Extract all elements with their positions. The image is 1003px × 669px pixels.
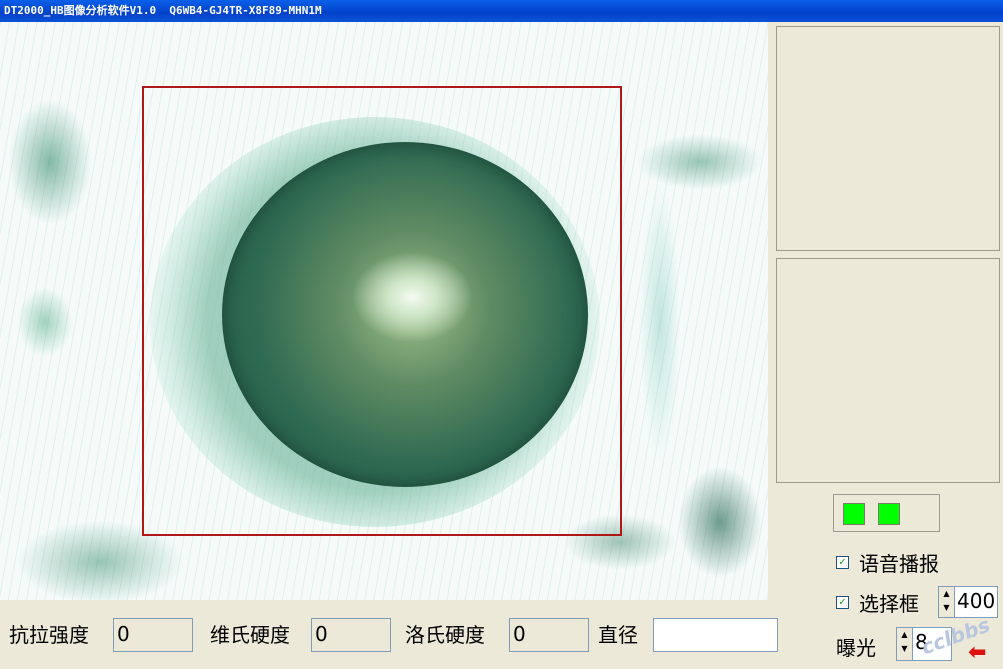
preview-panel-top	[776, 26, 1000, 251]
window-title: DT2000_HB图像分析软件V1.0 Q6WB4-GJ4TR-X8F89-MH…	[0, 0, 1003, 22]
voice-broadcast-option[interactable]: ✓ 语音播报	[836, 549, 939, 576]
rockwell-hardness-label: 洛氏硬度	[405, 623, 485, 647]
select-frame-checkbox[interactable]: ✓	[836, 595, 849, 609]
vickers-hardness-label: 维氏硬度	[210, 623, 290, 647]
exposure-label: 曝光	[836, 636, 876, 660]
diameter-field[interactable]	[653, 618, 778, 652]
voice-broadcast-label: 语音播报	[859, 551, 939, 576]
select-frame-value[interactable]: 400	[957, 589, 995, 613]
status-led-1	[843, 503, 865, 525]
tensile-strength-field[interactable]: 0	[113, 618, 193, 652]
select-frame-option[interactable]: ✓ 选择框	[836, 589, 919, 616]
rockwell-hardness-field[interactable]: 0	[509, 618, 589, 652]
spin-arrows-icon[interactable]: ▲ ▼	[939, 587, 955, 617]
spin-arrows-icon[interactable]: ▲ ▼	[897, 628, 913, 660]
tensile-strength-label: 抗拉强度	[9, 623, 89, 647]
voice-broadcast-checkbox[interactable]: ✓	[836, 555, 849, 569]
vickers-hardness-field[interactable]: 0	[311, 618, 391, 652]
status-led-2	[878, 503, 900, 525]
image-viewport[interactable]	[0, 22, 768, 600]
preview-panel-bottom	[776, 258, 1000, 483]
select-frame-spinner[interactable]: ▲ ▼ 400	[938, 586, 998, 618]
select-frame-label: 选择框	[859, 591, 919, 616]
selection-frame[interactable]	[142, 86, 622, 536]
diameter-label: 直径	[598, 623, 638, 647]
status-indicator-box	[833, 494, 940, 532]
arrow-left-icon[interactable]: ⬅	[968, 640, 986, 665]
